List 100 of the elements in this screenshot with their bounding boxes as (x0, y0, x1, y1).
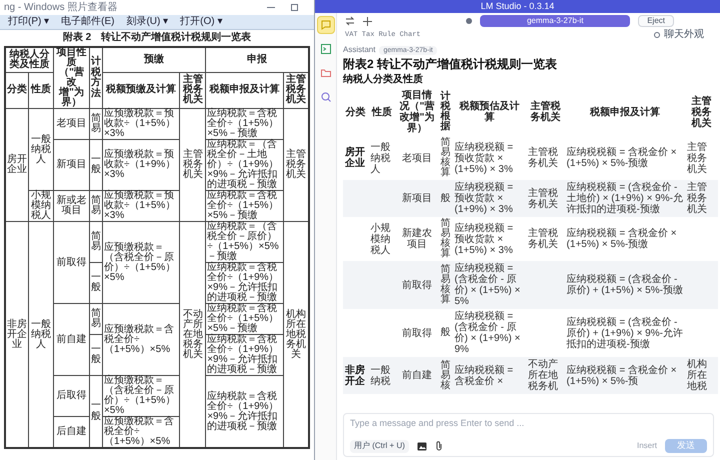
table-cell: 简易核算 (438, 217, 452, 261)
menu-item[interactable]: 电子邮件(E) (61, 16, 114, 28)
table-cell: 应纳税税额 = (含税金价 - 土地价) × (1+9%) × 9%-允许抵扣的进项税-预缴 (564, 180, 686, 217)
table-cell: 主管税务机关 (685, 136, 718, 180)
table-cell: 主管税务机关 (526, 136, 565, 180)
appearance-button[interactable]: 聊天外观 (664, 29, 704, 41)
table-cell: 简易 (89, 108, 102, 140)
table-cell: 简易 (89, 222, 102, 262)
table-cell: 预缴 (102, 47, 206, 72)
menu-item[interactable]: 打印(P) ▾ (8, 16, 50, 28)
table-cell: 应预缴税款＝（含税全价－原价）÷（1+5%）×5% (102, 222, 180, 304)
table-cell: 简易核 (438, 357, 452, 394)
table-cell: 应预缴税款＝预收款÷（1+5%）×3% (102, 190, 180, 222)
table-cell: 简易 (89, 304, 102, 334)
plus-icon[interactable] (363, 16, 372, 26)
model-selector[interactable]: gemma-3-27b-it (480, 15, 630, 27)
table-cell: 一般 (89, 140, 102, 190)
column-header: 分类 (344, 106, 367, 120)
table-cell: 非房开企 (343, 357, 368, 394)
table-cell: 应纳税税额 = 预收货款 × (1+9%) × 3% (452, 180, 526, 217)
table-cell: 房开企业 (343, 136, 368, 180)
table-cell: 机构所在地税 (685, 357, 718, 394)
column-header: 项目情况（"营改增"为界） (398, 88, 436, 136)
image-icon[interactable] (416, 442, 427, 450)
table-cell: 分类 (5, 72, 29, 108)
table-cell: 一般纳税人 (28, 222, 54, 448)
chat-arrows-icon[interactable] (345, 16, 355, 26)
table-cell: 纳税人分类及性质 (5, 47, 54, 72)
table-cell: 一般纳税人 (28, 108, 54, 190)
table-cell: 新项目 (395, 180, 438, 217)
document-title: 附表 2 转让不动产增值税计税规则一览表 (62, 32, 252, 44)
table-cell: 应纳税税额 = 含税金价 × (1+5%) × 5%-预缴 (564, 136, 686, 180)
table-cell: 后取得 (54, 376, 90, 416)
table-cell: 前自建 (54, 304, 90, 376)
message-heading: 附表2 转让不动产增值税计税规则一览表 (343, 57, 558, 72)
table-cell: 税额申报及计算 (206, 72, 284, 108)
table-cell: 应纳税税额 = 含税金价 × (1+5%) × 5%-预缴 (564, 217, 686, 261)
table-cell: 新建农项目 (395, 217, 438, 261)
table-cell: 前自建 (395, 357, 438, 394)
table-cell: 计税方法 (89, 47, 102, 108)
sender-label: Assistant (343, 45, 376, 55)
table-cell: 不动产所在地税务机 (526, 357, 565, 394)
folder-icon (320, 67, 332, 79)
table-cell: 主管税务机关 (283, 72, 309, 108)
table-cell: 应纳税税额 = (含税金价 - 原价) × (1+5%) × 5% (452, 261, 526, 309)
table-cell: 主管税务机关 (685, 180, 718, 217)
column-header: 税额申报及计算 (588, 105, 661, 120)
table-cell: 应纳税款＝（含税全价－原价）÷（1+5%）×5%－预缴 (206, 222, 284, 262)
table-cell: 应纳税款＝含税全价÷（1+9%）×9%－允许抵扣的进项税－预缴 (206, 334, 284, 376)
table-cell: 主管税务机关 (180, 108, 206, 222)
table-cell: 税额预缴及计算 (102, 72, 180, 108)
settings-icon[interactable] (654, 32, 660, 38)
table-cell: 前取得 (54, 222, 90, 304)
table-cell: 房开企业 (5, 108, 29, 222)
table-cell: 应纳税税额 = (含税金价 - 原价) × (1+9%) × 9% (452, 309, 526, 357)
table-cell: 主管税务机关 (180, 72, 206, 108)
table-cell: 应纳税税额 = (含税金价 - 原价) + (1+5%) × 5%-预缴 (564, 261, 686, 309)
column-header: 主管税务机关 (529, 99, 562, 125)
menu-item[interactable]: 打开(O) ▾ (180, 16, 222, 28)
table-cell: 简易核算 (438, 261, 452, 309)
table-cell: 般 (438, 180, 452, 217)
table-cell: 一般纳税人 (368, 136, 396, 180)
table-cell: 前取得 (395, 309, 438, 357)
terminal-icon (320, 43, 332, 55)
message-input[interactable]: Type a message and press Enter to send ... 用户 (Ctrl + U) Insert 发送 (343, 413, 714, 457)
table-cell: 主管税务机关 (526, 180, 565, 217)
column-header: 税额预估及计算 (458, 99, 520, 125)
paperclip-icon[interactable] (434, 441, 443, 451)
insert-label: Insert (636, 440, 657, 452)
table-cell: 应纳税款＝含税全价÷（1+5%）×5%－预缴 (206, 304, 284, 334)
eject-button[interactable]: Eject (638, 15, 674, 27)
role-button[interactable]: 用户 (Ctrl + U) (350, 440, 409, 452)
table-cell: 应纳税款＝含税全价÷（1+9%）×9%－允许抵扣的进项税－预缴 (206, 262, 284, 304)
table-cell: 前取得 (395, 261, 438, 309)
table-cell: 老项目 (54, 108, 90, 140)
table-cell: 应纳税款＝（含税全价－土地价）÷（1+9%）×9%－允许抵扣的进项税－预缴 (206, 140, 284, 190)
table-cell: 应纳税税额 = 含税金价 × (1+5%) × 5%-预 (564, 357, 686, 394)
table-cell: 应纳税款＝含税全价÷（1+5%）×5%－预缴 (206, 190, 284, 222)
table-cell: 应纳税款＝含税全价÷（1+5%）×5%－预缴 (206, 108, 284, 140)
table-cell: 项目性质（"营改增"为界） (54, 47, 90, 108)
menu-item[interactable]: 刻录(U) ▾ (126, 16, 168, 28)
table-cell: 应纳税税额 = 预收货款 × (1+5%) × 3% (452, 136, 526, 180)
table-cell: 简易 (89, 190, 102, 222)
table-cell: 应纳税税额 = 含税金价 × (452, 357, 526, 394)
column-header: 主管税务机关 (690, 94, 713, 130)
table-cell: 应预缴税款＝（含税全价－原价）÷（1+5%）×5% (102, 376, 180, 416)
maximize-icon[interactable] (291, 4, 298, 11)
table-cell: 非房开企业 (5, 222, 29, 448)
column-header: 计税根据 (439, 90, 452, 134)
column-header: 性质 (370, 106, 393, 120)
table-cell: 应纳税税额 = (含税金价 - 原价) + (1+9%) × 9%-允许抵扣的进项税-预缴 (564, 309, 686, 357)
table-cell: 一般纳税 (368, 357, 396, 394)
table-cell: 应预缴税款＝预收款÷（1+5%）×3% (102, 108, 180, 140)
table-cell: 小规模纳税人 (368, 217, 396, 261)
app-title: LM Studio - 0.3.14 (480, 0, 554, 13)
table-cell: 般 (438, 309, 452, 357)
table-cell: 老项目 (395, 136, 438, 180)
table-cell: 不动产所在地税务机关 (180, 222, 206, 448)
table-cell: 新或老项目 (54, 190, 90, 222)
table-cell: 主管税务机关 (526, 217, 565, 261)
